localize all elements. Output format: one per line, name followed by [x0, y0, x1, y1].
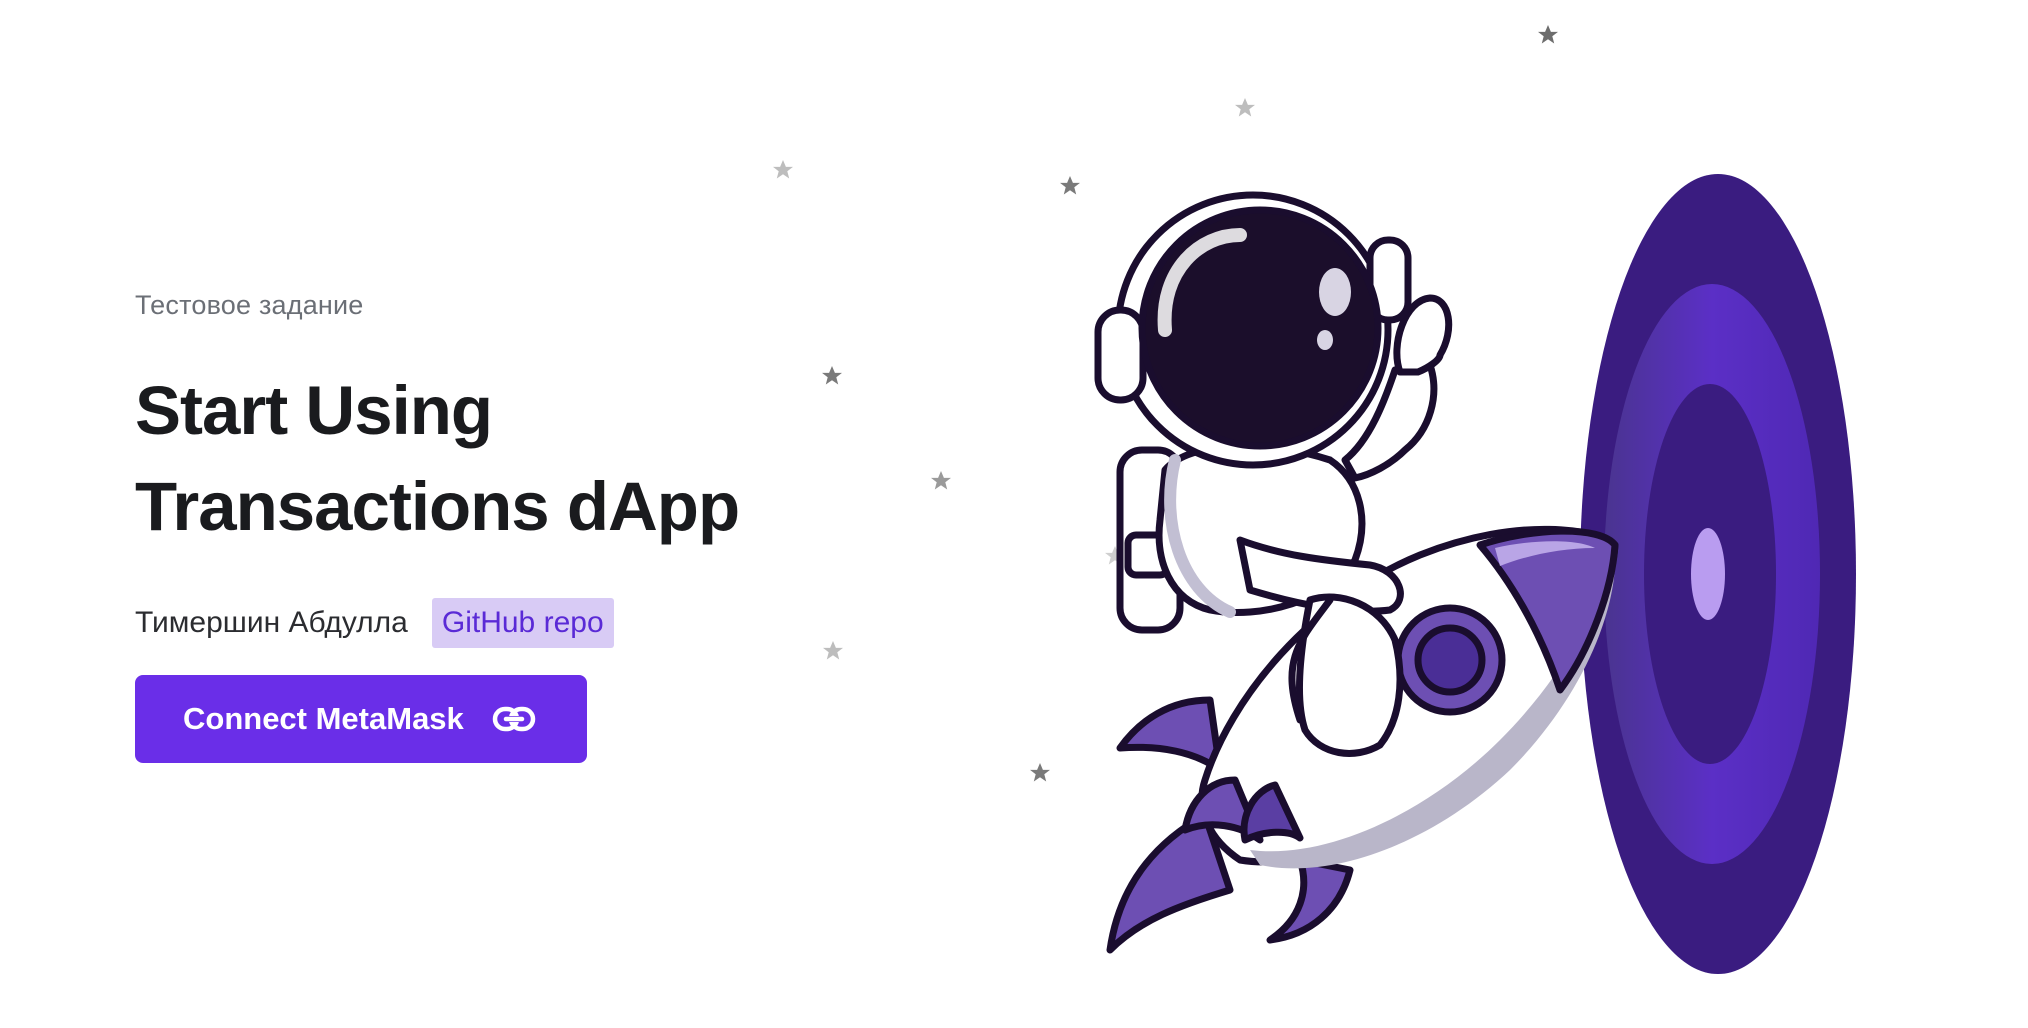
eyebrow-text: Тестовое задание [135, 290, 364, 320]
github-repo-link[interactable]: GitHub repo [431, 598, 614, 648]
hero-section: Тестовое задание Start Using Transaction… [135, 290, 835, 763]
connect-metamask-button[interactable]: Connect MetaMask [135, 675, 587, 763]
portal-illustration [1580, 174, 1856, 974]
page-title-line-2: Transactions dApp [135, 468, 740, 545]
byline: Тимершин Абдулла GitHub repo [135, 595, 835, 651]
link-icon [492, 706, 536, 732]
astronaut-rocket-svg [773, 25, 1856, 974]
author-name: Тимершин Абдулла [135, 606, 408, 639]
page-title-line-1: Start Using [135, 372, 493, 449]
connect-button-label: Connect MetaMask [183, 701, 464, 736]
page-title: Start Using Transactions dApp [135, 363, 835, 555]
astronaut-rocket-illustration [760, 0, 2028, 1028]
landing-page: Тестовое задание Start Using Transaction… [0, 0, 2028, 1028]
